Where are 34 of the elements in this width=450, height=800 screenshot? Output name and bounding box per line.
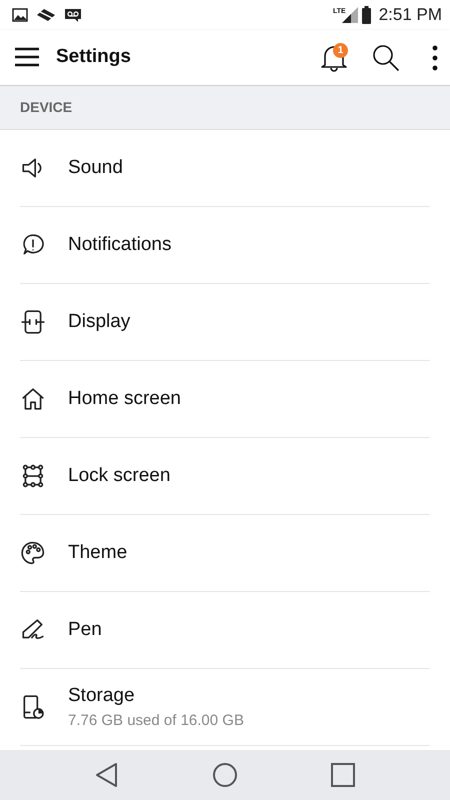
theme-icon bbox=[20, 540, 46, 566]
section-header: DEVICE bbox=[20, 98, 72, 117]
item-label: Lock screen bbox=[68, 464, 170, 488]
lock-icon bbox=[20, 463, 46, 489]
notification-count: 1 bbox=[333, 42, 348, 58]
more-options-button[interactable] bbox=[432, 44, 438, 70]
settings-item[interactable]: Sound bbox=[20, 130, 430, 207]
recent-apps-button[interactable] bbox=[331, 762, 356, 788]
settings-item[interactable]: Pen bbox=[20, 592, 430, 669]
battery-icon bbox=[362, 6, 371, 24]
clock-time: 2:51 PM bbox=[378, 4, 442, 26]
item-label: Pen bbox=[68, 618, 102, 642]
screen-title: Settings bbox=[56, 45, 131, 70]
home-icon bbox=[20, 386, 46, 412]
settings-item[interactable]: Notifications bbox=[20, 207, 430, 284]
settings-item[interactable]: Lock screen bbox=[20, 438, 430, 515]
settings-item[interactable]: Storage 7.76 GB used of 16.00 GB bbox=[20, 669, 430, 746]
settings-item[interactable]: Theme bbox=[20, 515, 430, 592]
settings-item[interactable]: Display bbox=[20, 284, 430, 361]
item-subtitle: 7.76 GB used of 16.00 GB bbox=[68, 711, 244, 731]
item-label: Home screen bbox=[68, 386, 181, 411]
item-label: Notifications bbox=[68, 232, 172, 257]
item-label: Theme bbox=[68, 540, 128, 565]
item-label: Sound bbox=[68, 156, 123, 180]
voicemail-icon bbox=[64, 8, 82, 22]
back-button[interactable] bbox=[94, 762, 119, 788]
tag-icon bbox=[36, 8, 56, 22]
gallery-icon bbox=[12, 8, 28, 22]
home-button[interactable] bbox=[212, 762, 238, 788]
display-icon bbox=[20, 309, 46, 335]
item-label: Display bbox=[68, 310, 130, 334]
search-button[interactable] bbox=[372, 44, 400, 72]
item-label: Storage bbox=[68, 684, 136, 708]
settings-item[interactable]: Home screen bbox=[20, 361, 430, 438]
